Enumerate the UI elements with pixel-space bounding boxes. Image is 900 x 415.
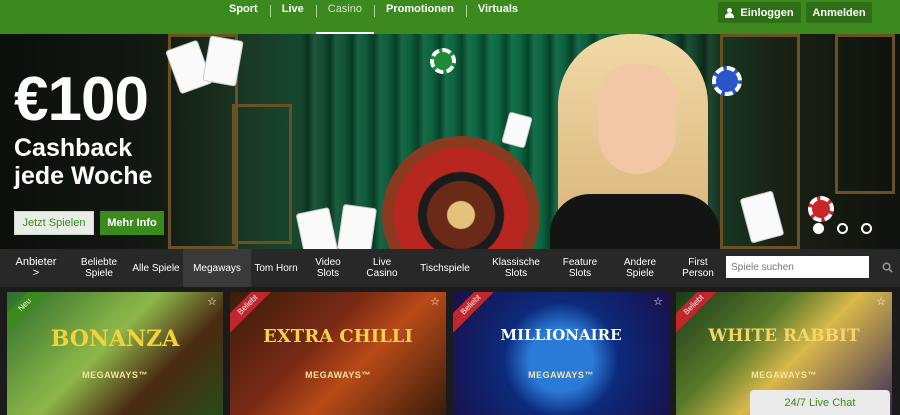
- nav-live[interactable]: Live: [269, 0, 316, 34]
- hero-amount: €100: [14, 65, 149, 134]
- nav-sport[interactable]: Sport: [217, 0, 270, 34]
- play-now-button[interactable]: Jetzt Spielen: [14, 211, 94, 235]
- carousel-indicators: [813, 223, 872, 234]
- category-first-person[interactable]: First Person: [676, 249, 720, 287]
- nav-promotionen[interactable]: Promotionen: [374, 0, 466, 34]
- game-tile-millionaire[interactable]: Beliebt ☆ MILLIONAIRE MEGAWAYS™: [453, 292, 669, 415]
- category-bar: Anbieter > Beliebte Spiele Alle Spiele M…: [0, 249, 900, 287]
- game-subtitle: MEGAWAYS™: [751, 370, 817, 380]
- carousel-dot-2[interactable]: [837, 223, 848, 234]
- game-title: BONANZA: [50, 326, 180, 352]
- favorite-star-icon[interactable]: ☆: [207, 295, 217, 308]
- hero-banner[interactable]: €100 Cashback jede Woche Jetzt Spielen M…: [0, 34, 900, 249]
- favorite-star-icon[interactable]: ☆: [653, 295, 663, 308]
- top-navigation-bar: Sport Live Casino Promotionen Virtuals E…: [0, 0, 900, 34]
- search-icon[interactable]: [882, 262, 893, 273]
- casino-chip-image: [808, 196, 834, 222]
- game-title: EXTRA CHILLI: [263, 326, 413, 347]
- category-beliebte-spiele[interactable]: Beliebte Spiele: [72, 249, 126, 287]
- game-tile-extra-chilli[interactable]: Beliebt ☆ EXTRA CHILLI MEGAWAYS™: [230, 292, 446, 415]
- nav-virtuals[interactable]: Virtuals: [465, 0, 530, 34]
- nav-casino[interactable]: Casino: [315, 0, 375, 34]
- more-info-button[interactable]: Mehr Info: [100, 211, 164, 235]
- croupier-image: [540, 34, 720, 249]
- category-megaways[interactable]: Megaways: [183, 249, 251, 287]
- nav-casino-label: Casino: [327, 3, 362, 15]
- favorite-star-icon[interactable]: ☆: [876, 295, 886, 308]
- live-chat-button[interactable]: 24/7 Live Chat: [750, 390, 890, 415]
- game-tile-bonanza[interactable]: Neu ☆ BONANZA MEGAWAYS™: [7, 292, 223, 415]
- hero-headline-line1: Cashback: [14, 134, 133, 162]
- category-feature-slots[interactable]: Feature Slots: [556, 249, 604, 287]
- login-button[interactable]: Einloggen: [718, 2, 801, 23]
- login-button-label: Einloggen: [740, 6, 794, 19]
- category-alle-spiele[interactable]: Alle Spiele: [132, 249, 180, 287]
- decor-panel: [835, 34, 895, 194]
- register-button[interactable]: Anmelden: [806, 2, 872, 23]
- category-video-slots[interactable]: Video Slots: [306, 249, 350, 287]
- casino-chip-image: [430, 48, 456, 74]
- nav-virtuals-label: Virtuals: [477, 3, 518, 15]
- category-tischspiele[interactable]: Tischspiele: [416, 249, 474, 287]
- category-klassische-slots[interactable]: Klassische Slots: [486, 249, 546, 287]
- carousel-dot-3[interactable]: [861, 223, 872, 234]
- category-tom-horn[interactable]: Tom Horn: [254, 249, 298, 287]
- playing-card-image: [336, 203, 378, 249]
- main-nav: Sport Live Casino Promotionen Virtuals: [217, 0, 530, 34]
- game-search-input[interactable]: [726, 256, 869, 278]
- carousel-dot-1[interactable]: [813, 223, 824, 234]
- game-subtitle: MEGAWAYS™: [82, 370, 148, 380]
- game-subtitle: MEGAWAYS™: [305, 370, 371, 380]
- category-andere-spiele[interactable]: Andere Spiele: [614, 249, 666, 287]
- nav-live-label: Live: [281, 3, 304, 15]
- game-subtitle: MEGAWAYS™: [528, 370, 594, 380]
- hero-headline-line2: jede Woche: [14, 162, 153, 190]
- register-button-label: Anmelden: [812, 6, 866, 19]
- favorite-star-icon[interactable]: ☆: [430, 295, 440, 308]
- provider-filter[interactable]: Anbieter >: [11, 249, 61, 287]
- game-title: MILLIONAIRE: [500, 326, 622, 344]
- decor-panel: [232, 104, 292, 244]
- nav-promotionen-label: Promotionen: [386, 3, 454, 15]
- game-title: WHITE RABBIT: [708, 326, 860, 346]
- nav-sport-label: Sport: [229, 3, 258, 15]
- category-live-casino[interactable]: Live Casino: [358, 249, 406, 287]
- user-icon: [725, 7, 735, 18]
